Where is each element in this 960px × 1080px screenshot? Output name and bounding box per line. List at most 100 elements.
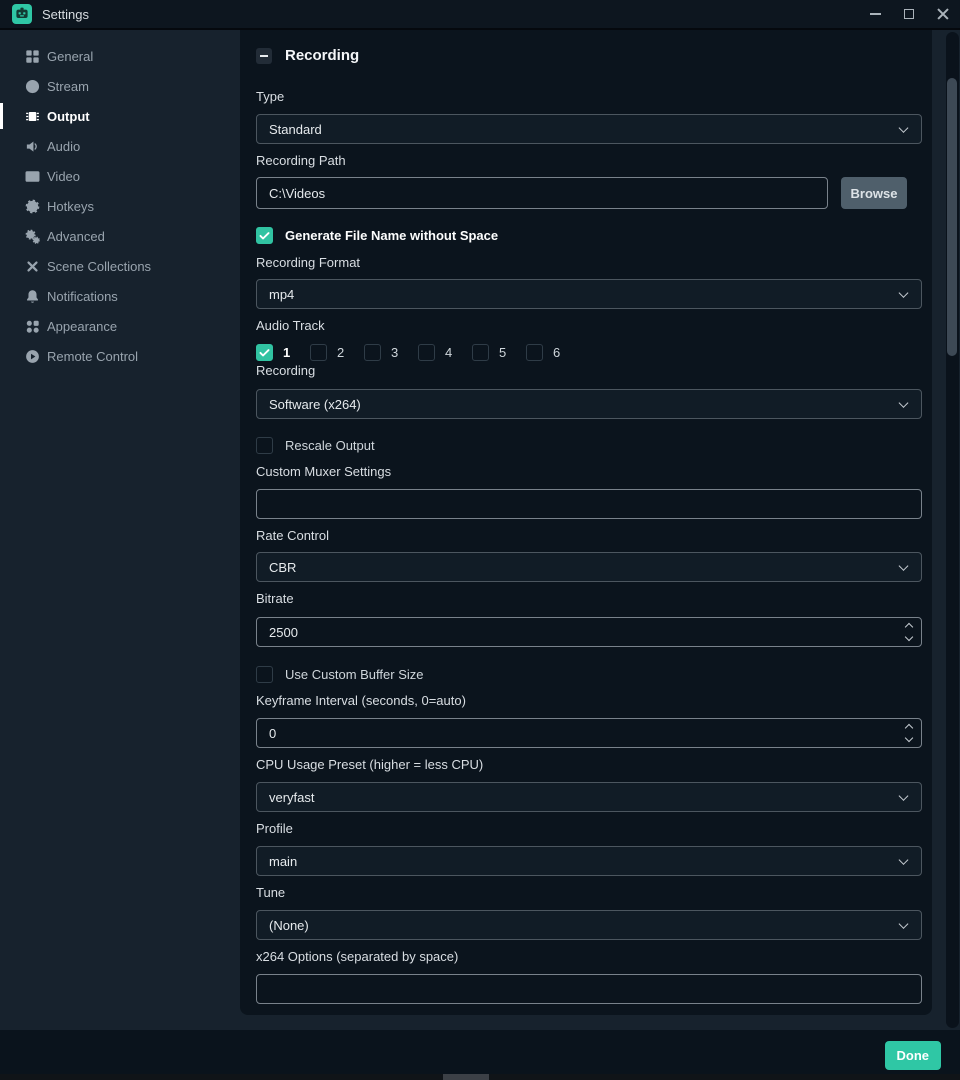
sidebar-item-remote-control[interactable]: Remote Control	[0, 341, 240, 371]
spinner-up-icon	[904, 622, 914, 632]
gears-icon	[24, 228, 40, 244]
bitrate-input[interactable]	[256, 617, 922, 647]
rescale-output-label: Rescale Output	[285, 438, 375, 453]
sidebar-item-label: Advanced	[47, 228, 105, 244]
sidebar-item-label: Appearance	[47, 318, 118, 334]
audio-track-2-checkbox[interactable]	[310, 344, 327, 361]
audio-track-4: 4	[418, 344, 454, 361]
sidebar-item-stream[interactable]: Stream	[0, 71, 240, 101]
cpu-preset-label: CPU Usage Preset (higher = less CPU)	[256, 757, 484, 772]
sidebar-item-output[interactable]: Output	[0, 101, 240, 131]
generate-file-name-checkbox[interactable]	[256, 227, 273, 244]
scrollbar-track[interactable]	[946, 32, 959, 1028]
keyframe-interval-label: Keyframe Interval (seconds, 0=auto)	[256, 693, 466, 708]
sidebar-item-hotkeys[interactable]: Hotkeys	[0, 191, 240, 221]
minimize-button[interactable]	[858, 0, 892, 28]
sidebar-item-video[interactable]: Video	[0, 161, 240, 191]
gear-icon	[24, 198, 40, 214]
sidebar-item-label: Scene Collections	[47, 258, 152, 274]
chip-icon	[24, 108, 40, 124]
encoder-select[interactable]: Software (x264)	[256, 389, 922, 419]
rate-control-select[interactable]: CBR	[256, 552, 922, 582]
use-custom-buffer-checkbox[interactable]	[256, 666, 273, 683]
audio-track-2: 2	[310, 344, 346, 361]
recording-path-input[interactable]	[256, 177, 828, 209]
type-select[interactable]: Standard	[256, 114, 922, 144]
bitrate-spinner[interactable]	[904, 617, 914, 647]
sidebar-item-general[interactable]: General	[0, 41, 240, 71]
sidebar-item-label: Hotkeys	[47, 198, 94, 214]
tune-select[interactable]: (None)	[256, 910, 922, 940]
audio-track-1-checkbox[interactable]	[256, 344, 273, 361]
bottom-strip	[0, 1074, 960, 1080]
window-title: Settings	[42, 6, 89, 22]
audio-track-row: 1 2 3 4 5 6	[256, 344, 922, 361]
scrollbar-thumb[interactable]	[947, 78, 957, 356]
sidebar-item-label: Audio	[47, 138, 81, 154]
audio-track-label: Audio Track	[256, 318, 325, 333]
chevron-down-icon	[898, 561, 909, 571]
bell-icon	[24, 288, 40, 304]
window-controls	[858, 0, 960, 28]
close-icon	[937, 8, 949, 20]
bitrate-label: Bitrate	[256, 591, 294, 606]
bottom-strip-segment	[443, 1074, 489, 1080]
rescale-output-checkbox[interactable]	[256, 437, 273, 454]
grid-icon	[24, 48, 40, 64]
globe-icon	[24, 78, 40, 94]
sidebar-item-appearance[interactable]: Appearance	[0, 311, 240, 341]
keyframe-spinner[interactable]	[904, 718, 914, 748]
type-label: Type	[256, 89, 285, 104]
close-button[interactable]	[926, 0, 960, 28]
cpu-preset-select[interactable]: veryfast	[256, 782, 922, 812]
sidebar-item-label: Output	[47, 108, 90, 124]
browse-button[interactable]: Browse	[841, 177, 907, 209]
audio-track-4-checkbox[interactable]	[418, 344, 435, 361]
audio-track-1: 1	[256, 344, 292, 361]
rate-control-label: Rate Control	[256, 528, 329, 543]
rescale-output-row: Rescale Output	[256, 437, 922, 454]
done-button[interactable]: Done	[884, 1041, 941, 1070]
keyframe-interval-input[interactable]	[256, 718, 922, 748]
tools-icon	[24, 258, 40, 274]
profile-label: Profile	[256, 821, 293, 836]
footer-bar: Done	[0, 1030, 960, 1080]
app-body: General Stream Output Audio Video Hotkey…	[0, 30, 960, 1030]
sidebar-item-scene-collections[interactable]: Scene Collections	[0, 251, 240, 281]
chevron-down-icon	[898, 919, 909, 929]
generate-file-name-row: Generate File Name without Space	[256, 227, 922, 244]
encoder-label: Recording	[256, 363, 316, 378]
minimize-icon	[869, 13, 881, 15]
sidebar-item-label: Notifications	[47, 288, 118, 304]
sidebar-item-audio[interactable]: Audio	[0, 131, 240, 161]
spinner-down-icon	[904, 733, 914, 743]
sidebar-item-label: Stream	[47, 78, 89, 94]
recording-settings-panel: Recording Type Standard Recording Path B…	[240, 30, 932, 1015]
audio-track-5-checkbox[interactable]	[472, 344, 489, 361]
audio-track-5: 5	[472, 344, 508, 361]
sidebar-item-notifications[interactable]: Notifications	[0, 281, 240, 311]
sidebar-item-label: General	[47, 48, 94, 64]
audio-track-3-checkbox[interactable]	[364, 344, 381, 361]
bitrate-field	[256, 617, 922, 647]
custom-muxer-label: Custom Muxer Settings	[256, 464, 392, 479]
x264-options-input[interactable]	[256, 974, 922, 1004]
sidebar-item-advanced[interactable]: Advanced	[0, 221, 240, 251]
recording-path-label: Recording Path	[256, 153, 346, 168]
spinner-down-icon	[904, 632, 914, 642]
use-custom-buffer-label: Use Custom Buffer Size	[285, 667, 424, 682]
settings-sidebar: General Stream Output Audio Video Hotkey…	[0, 30, 240, 1030]
recording-format-label: Recording Format	[256, 255, 361, 270]
minus-icon	[260, 54, 268, 57]
film-icon	[24, 168, 40, 184]
recording-format-select[interactable]: mp4	[256, 279, 922, 309]
maximize-button[interactable]	[892, 0, 926, 28]
collapse-section-button[interactable]	[256, 47, 272, 64]
sidebar-item-label: Remote Control	[47, 348, 139, 364]
chevron-down-icon	[898, 288, 909, 298]
profile-select[interactable]: main	[256, 846, 922, 876]
audio-track-6-checkbox[interactable]	[526, 344, 543, 361]
generate-file-name-label: Generate File Name without Space	[285, 228, 499, 243]
custom-muxer-input[interactable]	[256, 489, 922, 519]
tune-label: Tune	[256, 885, 286, 900]
